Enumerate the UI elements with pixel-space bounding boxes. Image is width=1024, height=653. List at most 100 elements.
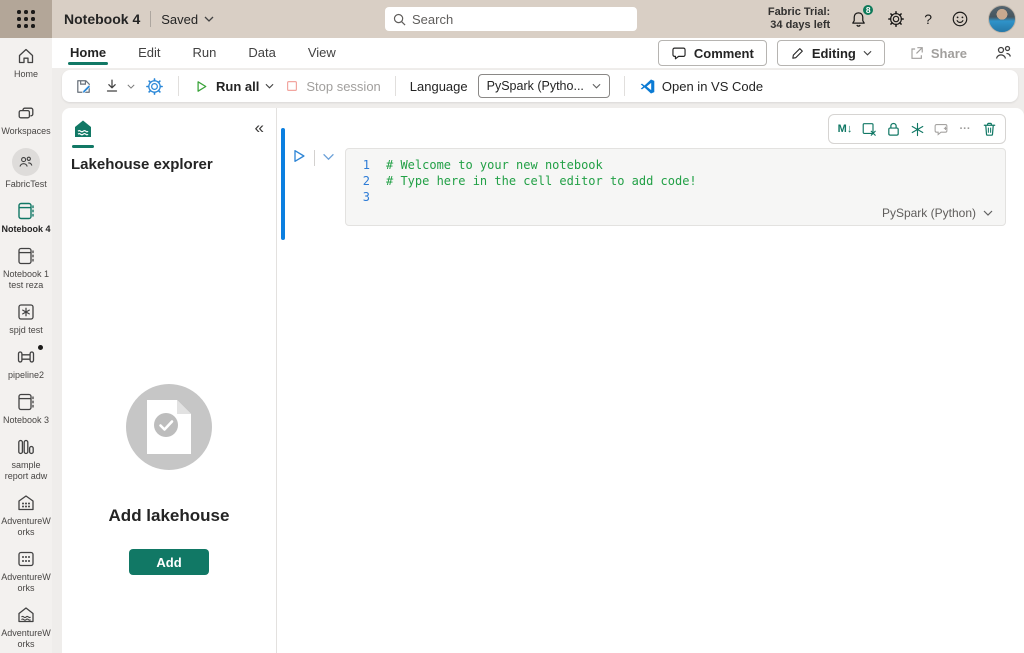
tab-data[interactable]: Data	[246, 39, 277, 68]
convert-to-markdown-button[interactable]: M↓	[833, 115, 857, 143]
save-status-dropdown[interactable]: Saved	[161, 12, 214, 27]
lakehouse-explorer-panel: « Lakehouse explorer Add lakehouse Add	[62, 108, 277, 653]
run-all-button[interactable]: Run all	[193, 78, 274, 95]
vscode-icon	[639, 78, 656, 95]
lakehouse-tab[interactable]	[72, 118, 94, 140]
tab-view[interactable]: View	[306, 39, 338, 68]
notebook-icon	[16, 246, 36, 266]
tab-edit[interactable]: Edit	[136, 39, 162, 68]
manage-access-button[interactable]	[992, 42, 1014, 64]
top-app-bar: Notebook 4 Saved Fabric Trial: 34 days l…	[0, 0, 1024, 38]
sidebar-item-notebook1[interactable]: Notebook 1 test reza	[0, 246, 52, 291]
stop-session-button[interactable]: Stop session	[284, 78, 380, 94]
chevron-down-icon	[127, 84, 135, 89]
global-search[interactable]	[385, 7, 637, 31]
help-button[interactable]: ?	[924, 11, 932, 27]
explorer-title: Lakehouse explorer	[71, 156, 213, 173]
comment-icon	[671, 45, 687, 61]
toolbar-divider	[624, 76, 625, 96]
clear-output-icon	[861, 121, 877, 137]
open-vscode-button[interactable]: Open in VS Code	[639, 78, 763, 95]
warehouse-icon	[16, 493, 36, 513]
smiley-icon	[951, 10, 969, 28]
clear-output-button[interactable]	[857, 115, 881, 143]
notifications-button[interactable]: 8	[849, 10, 868, 29]
save-status-label: Saved	[161, 12, 198, 27]
run-all-icon	[193, 78, 210, 95]
feedback-button[interactable]	[951, 10, 969, 28]
settings-button[interactable]	[887, 10, 905, 28]
sidebar-item-workspaces[interactable]: Workspaces	[0, 103, 52, 137]
save-button[interactable]	[74, 77, 93, 96]
toolbar-background: Run all Stop session Language PySpark (P…	[52, 68, 1024, 108]
sidebar-item-pipeline2[interactable]: pipeline2	[0, 347, 52, 381]
play-icon	[291, 148, 307, 164]
sidebar-item-home[interactable]: Home	[0, 46, 52, 80]
export-dropdown[interactable]	[103, 77, 135, 95]
cell-toolbar: M↓ ···	[828, 114, 1006, 144]
add-lakehouse-illustration	[126, 384, 212, 470]
language-selector[interactable]: PySpark (Pytho...	[478, 74, 610, 98]
trial-status: Fabric Trial: 34 days left	[768, 6, 830, 32]
run-cell-button[interactable]	[291, 148, 307, 164]
search-icon	[393, 13, 406, 26]
notebook-icon	[16, 392, 36, 412]
empty-state-title: Add lakehouse	[109, 506, 230, 526]
cell-language-selector[interactable]: PySpark (Python)	[882, 206, 993, 220]
collapse-panel-button[interactable]: «	[255, 118, 264, 138]
comment-button[interactable]: Comment	[658, 40, 767, 66]
code-line: 2 # Type here in the cell editor to add …	[346, 173, 1005, 189]
account-avatar[interactable]	[988, 5, 1016, 33]
sidebar-item-adventureworks-lakehouse[interactable]: AdventureWorks	[0, 605, 52, 650]
sidebar-item-spjd-test[interactable]: spjd test	[0, 302, 52, 336]
empty-state: Add lakehouse Add	[62, 384, 276, 575]
tab-home[interactable]: Home	[68, 39, 108, 68]
line-number: 1	[346, 157, 386, 173]
lock-cell-button[interactable]	[881, 115, 905, 143]
more-options-button[interactable]: ···	[953, 115, 977, 143]
chevron-down-icon	[265, 83, 274, 89]
app-launcher-button[interactable]	[0, 0, 52, 38]
sidebar-item-sample-report[interactable]: sample report adw	[0, 437, 52, 482]
code-line: 1 # Welcome to your new notebook	[346, 157, 1005, 173]
code-line: 3	[346, 189, 1005, 205]
add-comment-button[interactable]	[929, 115, 953, 143]
sidebar-item-notebook3[interactable]: Notebook 3	[0, 392, 52, 426]
run-controls-divider	[314, 150, 315, 166]
sidebar-item-notebook4[interactable]: Notebook 4	[0, 201, 52, 235]
environment-icon	[16, 302, 36, 322]
waffle-icon	[17, 10, 35, 28]
home-icon	[16, 46, 36, 66]
ribbon-menu: Home Edit Run Data View Comment Editing …	[52, 38, 1024, 68]
search-input[interactable]	[412, 12, 612, 27]
chevron-down-icon	[592, 83, 601, 89]
content-panel: « Lakehouse explorer Add lakehouse Add M…	[62, 108, 1024, 653]
tab-run[interactable]: Run	[191, 39, 219, 68]
notebook-toolbar: Run all Stop session Language PySpark (P…	[62, 70, 1018, 102]
pipeline-icon	[16, 347, 36, 367]
share-button[interactable]: Share	[895, 40, 980, 66]
sidebar-item-adventureworks-model[interactable]: AdventureWorks	[0, 549, 52, 594]
toolbar-divider	[395, 76, 396, 96]
chevron-down-icon	[863, 50, 872, 56]
stop-icon	[284, 78, 300, 94]
active-tab-indicator	[72, 145, 94, 148]
chevron-down-icon	[983, 210, 993, 216]
download-icon	[103, 77, 121, 95]
lakehouse-icon	[16, 605, 36, 625]
code-text: # Welcome to your new notebook	[386, 157, 603, 173]
line-number: 3	[346, 189, 386, 205]
code-cell[interactable]: 1 # Welcome to your new notebook 2 # Typ…	[345, 148, 1006, 226]
code-text: # Type here in the cell editor to add co…	[386, 173, 697, 189]
notebook-canvas: M↓ ···	[277, 108, 1024, 653]
delete-cell-button[interactable]	[977, 115, 1001, 143]
cell-run-options-chevron[interactable]	[322, 153, 335, 161]
active-cell-indicator	[281, 128, 285, 240]
session-settings-button[interactable]	[145, 77, 164, 96]
sidebar-item-fabrictest[interactable]: FabricTest	[0, 148, 52, 190]
trash-icon	[982, 121, 997, 137]
sidebar-item-adventureworks-warehouse[interactable]: AdventureWorks	[0, 493, 52, 538]
add-lakehouse-button[interactable]: Add	[129, 549, 209, 575]
editing-mode-dropdown[interactable]: Editing	[777, 40, 885, 66]
freeze-cell-button[interactable]	[905, 115, 929, 143]
